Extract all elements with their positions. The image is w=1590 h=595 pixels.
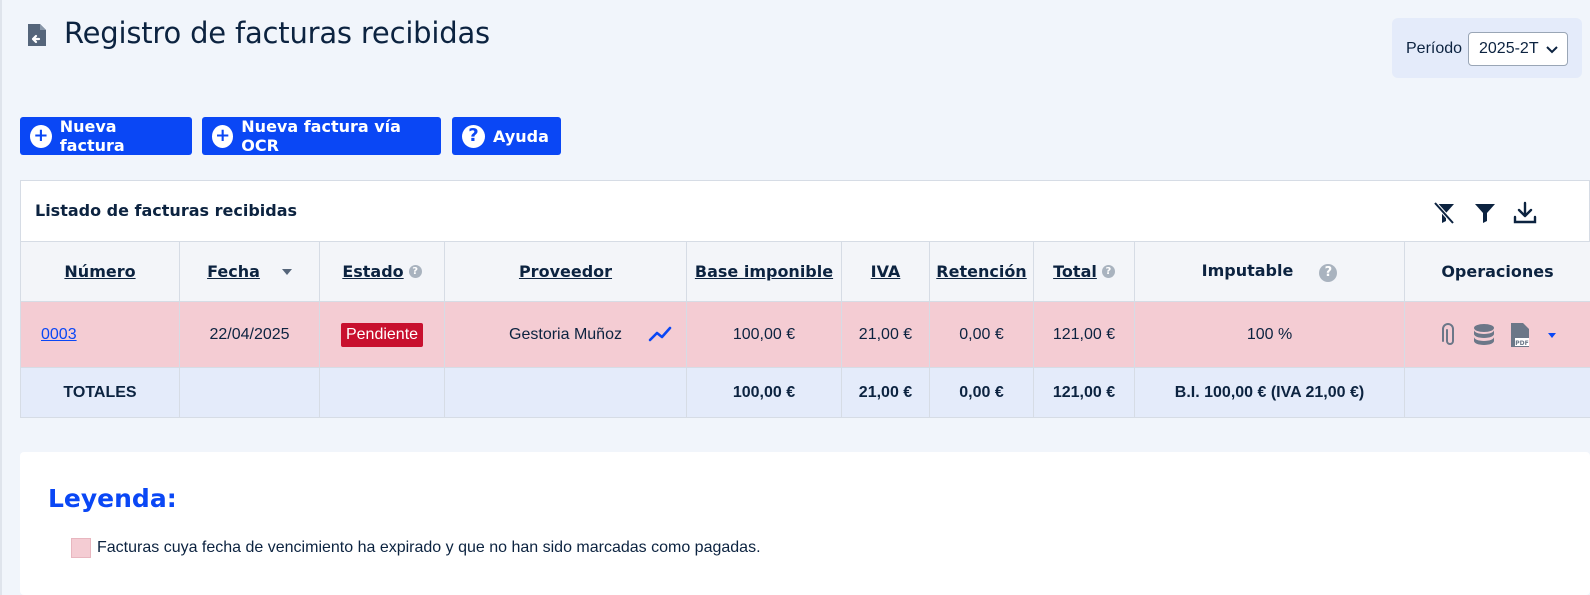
col-fecha[interactable]: Fecha	[179, 241, 320, 302]
invoice-table: Número Fecha Estado? Proveedor Base impo…	[20, 241, 1590, 418]
totals-empty	[444, 367, 687, 418]
totals-iva: 21,00 €	[841, 367, 930, 418]
period-value: 2025-2T	[1479, 40, 1539, 57]
paperclip-icon[interactable]	[1437, 322, 1459, 348]
new-invoice-ocr-button[interactable]: + Nueva factura vía OCR	[202, 117, 441, 155]
cell-proveedor: Gestoria Muñoz	[444, 301, 687, 368]
cell-operaciones: PDF	[1404, 301, 1590, 368]
col-retencion[interactable]: Retención	[929, 241, 1034, 302]
legend-card: Leyenda: Facturas cuya fecha de vencimie…	[20, 452, 1590, 595]
cell-numero: 0003	[20, 301, 180, 368]
table-row: 0003 22/04/2025 Pendiente Gestoria Muñoz…	[20, 301, 1590, 368]
download-icon[interactable]	[1511, 199, 1539, 227]
operations-group: PDF	[1405, 322, 1590, 348]
page-header: Registro de facturas recibidas Período 2…	[2, 0, 1590, 100]
totals-base: 100,00 €	[686, 367, 842, 418]
filter-icon[interactable]	[1471, 199, 1499, 227]
new-invoice-label: Nueva factura	[59, 117, 125, 155]
question-circle-icon: ?	[462, 124, 485, 148]
svg-text:PDF: PDF	[1515, 340, 1528, 347]
more-options-caret-icon[interactable]	[1545, 322, 1559, 348]
list-title: Listado de facturas recibidas	[35, 201, 298, 220]
cell-total: 121,00 €	[1033, 301, 1135, 368]
totals-retencion: 0,00 €	[929, 367, 1034, 418]
cell-base: 100,00 €	[686, 301, 842, 368]
pdf-icon[interactable]: PDF	[1509, 322, 1531, 348]
sort-desc-icon	[281, 269, 292, 275]
totals-imputable: B.I. 100,00 € (IVA 21,00 €)	[1134, 367, 1405, 418]
invoice-number-link[interactable]: 0003	[41, 326, 77, 343]
new-invoice-ocr-label: Nueva factura vía OCR	[241, 117, 401, 155]
new-invoice-button[interactable]: + Nueva factura	[20, 117, 192, 155]
invoice-list-panel: Listado de facturas recibidas Número Fec…	[20, 180, 1590, 418]
clear-filter-icon[interactable]	[1430, 199, 1458, 227]
totals-empty	[179, 367, 320, 418]
help-icon[interactable]: ?	[1101, 265, 1115, 278]
table-header-row: Número Fecha Estado? Proveedor Base impo…	[20, 241, 1590, 302]
col-proveedor[interactable]: Proveedor	[444, 241, 687, 302]
col-numero[interactable]: Número	[20, 241, 180, 302]
totals-total: 121,00 €	[1033, 367, 1135, 418]
period-select[interactable]: 2025-2T	[1468, 32, 1568, 66]
help-label: Ayuda	[493, 126, 549, 146]
period-label: Período	[1406, 40, 1463, 57]
totals-row: TOTALES 100,00 € 21,00 € 0,00 € 121,00 €…	[20, 367, 1590, 418]
cell-retencion: 0,00 €	[929, 301, 1034, 368]
status-badge: Pendiente	[340, 322, 424, 347]
col-operaciones: Operaciones	[1404, 241, 1590, 302]
supplier-name: Gestoria Muñoz	[509, 325, 622, 343]
help-icon[interactable]: ?	[1319, 264, 1338, 282]
cell-iva: 21,00 €	[841, 301, 930, 368]
legend-title: Leyenda:	[48, 484, 177, 513]
totals-empty	[1404, 367, 1590, 418]
help-button[interactable]: ? Ayuda	[452, 117, 561, 155]
col-base-imponible[interactable]: Base imponible	[686, 241, 842, 302]
col-imputable: Imputable?	[1134, 241, 1405, 302]
col-estado[interactable]: Estado?	[319, 241, 445, 302]
cell-imputable: 100 %	[1134, 301, 1405, 368]
cell-fecha: 22/04/2025	[179, 301, 320, 368]
document-back-icon	[26, 22, 48, 48]
trend-chart-icon[interactable]	[648, 324, 672, 344]
help-icon[interactable]: ?	[408, 265, 422, 278]
page-title: Registro de facturas recibidas	[64, 16, 490, 50]
database-icon[interactable]	[1473, 322, 1495, 348]
plus-circle-icon: +	[30, 124, 52, 148]
period-selector-box: Período 2025-2T	[1392, 18, 1582, 78]
legend-swatch-overdue	[71, 538, 91, 558]
col-iva[interactable]: IVA	[841, 241, 930, 302]
cell-estado: Pendiente	[319, 301, 445, 368]
totals-label: TOTALES	[20, 367, 180, 418]
legend-text-overdue: Facturas cuya fecha de vencimiento ha ex…	[97, 539, 761, 556]
col-total[interactable]: Total?	[1033, 241, 1135, 302]
plus-circle-icon: +	[212, 124, 234, 148]
totals-empty	[319, 367, 445, 418]
chevron-down-icon	[1545, 42, 1559, 56]
